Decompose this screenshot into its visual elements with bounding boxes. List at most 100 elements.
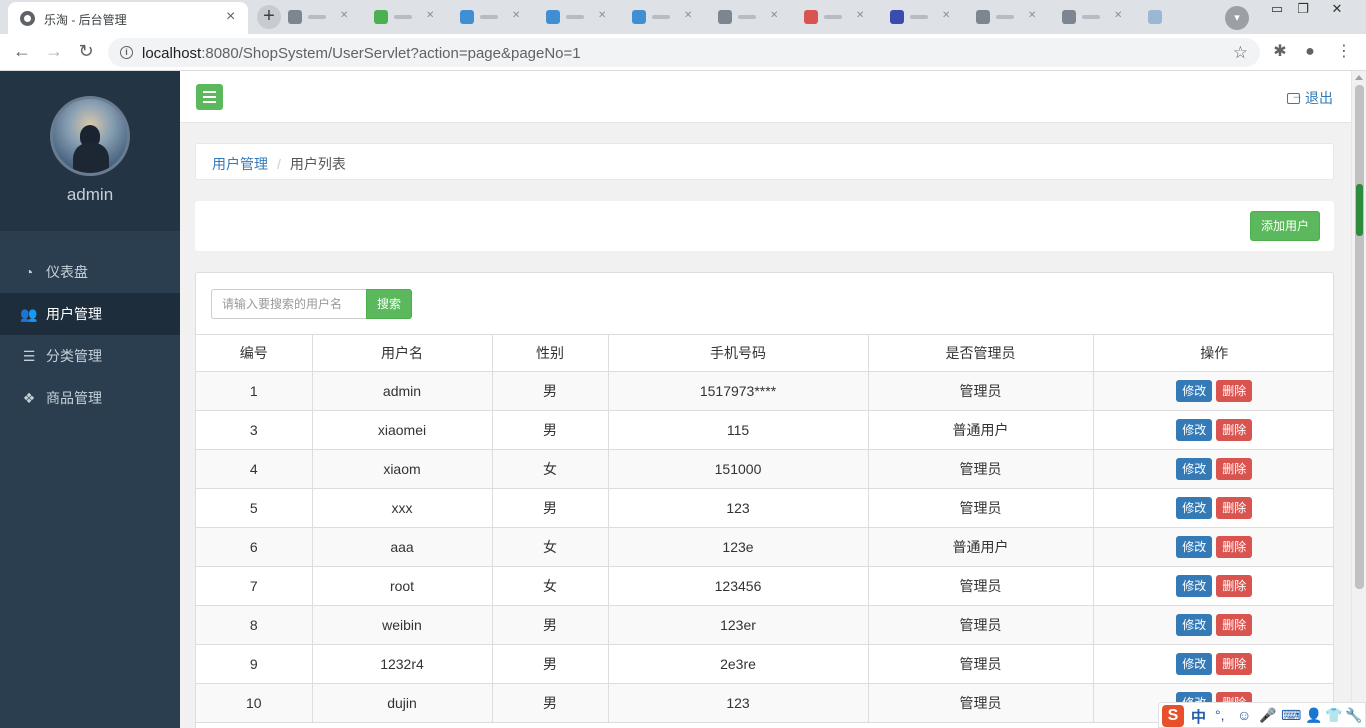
edit-button[interactable]: 修改 [1176,536,1213,558]
cell-actions: 修改删除 [1092,410,1333,450]
microphone-icon[interactable]: 🎤 [1259,707,1276,724]
restore-icon[interactable]: ❐ [1288,0,1318,20]
delete-button[interactable]: 删除 [1216,536,1253,558]
search-input[interactable] [211,289,366,319]
reload-icon[interactable]: ↻ [74,40,98,64]
cell-phone: 123e [607,527,869,567]
cell-role: 管理员 [867,488,1094,528]
scrollbar-thumb[interactable] [1355,85,1364,589]
cell-gender: 女 [491,566,609,606]
bookmark-star-icon[interactable]: ☆ [1233,43,1248,63]
edit-button[interactable]: 修改 [1176,575,1213,597]
delete-button[interactable]: 删除 [1216,614,1253,636]
cell-role: 普通用户 [867,410,1094,450]
background-tab[interactable]: ✕ [632,10,696,24]
forward-icon[interactable]: → [42,40,66,64]
background-tab[interactable]: ✕ [546,10,610,24]
sidebar-item-product-management[interactable]: ❖ 商品管理 [0,377,180,419]
cell-id: 4 [196,449,313,489]
punctuation-icon[interactable]: °, [1215,707,1225,723]
delete-button[interactable]: 删除 [1216,653,1253,675]
ime-toolbar: S 中 °, ☺ 🎤 ⌨ 👤 👕 🔧 [1158,702,1366,728]
breadcrumb: 用户管理 / 用户列表 [195,143,1334,180]
edit-button[interactable]: 修改 [1176,458,1213,480]
address-bar[interactable]: i localhost:8080/ShopSystem/UserServlet?… [108,38,1260,67]
logout-link[interactable]: 退出 [1287,88,1333,108]
sidebar-item-user-management[interactable]: 👥 用户管理 [0,293,180,335]
menu-toggle-button[interactable] [196,84,223,110]
breadcrumb-current: 用户列表 [289,156,346,172]
delete-button[interactable]: 删除 [1216,380,1253,402]
extensions-icon[interactable]: ✱ [1270,43,1290,63]
account-icon[interactable]: ● [1300,43,1320,63]
edit-button[interactable]: 修改 [1176,614,1213,636]
delete-button[interactable]: 删除 [1216,497,1253,519]
background-tab[interactable]: ✕ [460,10,524,24]
user-icon[interactable]: 👤 [1305,707,1322,724]
cell-username: aaa [311,527,493,567]
sidebar-item-dashboard[interactable]: ◔ 仪表盘 [0,251,180,293]
background-tab[interactable]: ✕ [804,10,868,24]
cell-id: 7 [196,566,313,606]
edit-button[interactable]: 修改 [1176,497,1213,519]
background-tab[interactable]: ✕ [976,10,1040,24]
background-tab[interactable]: ✕ [890,10,954,24]
cell-username: admin [311,371,493,411]
back-icon[interactable]: ← [10,40,34,64]
cell-phone: 123 [607,488,869,528]
cell-username: root [311,566,493,606]
search-button[interactable]: 搜索 [366,289,412,319]
background-tab[interactable] [1148,10,1168,24]
delete-button[interactable]: 删除 [1216,458,1253,480]
scroll-up-icon[interactable] [1355,75,1363,80]
breadcrumb-user-management[interactable]: 用户管理 [212,156,268,172]
cell-role: 管理员 [867,605,1094,645]
tab-close-icon[interactable]: × [226,9,235,25]
ime-mode[interactable]: 中 [1191,706,1206,727]
col-header-admin: 是否管理员 [867,334,1094,372]
tab-title: 乐淘 - 后台管理 [44,13,127,27]
settings-wrench-icon[interactable]: 🔧 [1345,707,1362,724]
cell-actions: 修改删除 [1092,605,1333,645]
edit-button[interactable]: 修改 [1176,380,1213,402]
menu-kebab-icon[interactable]: ⋮ [1334,43,1354,63]
keyboard-icon[interactable]: ⌨ [1281,707,1301,724]
cell-gender: 女 [491,527,609,567]
background-tab[interactable]: ✕ [718,10,782,24]
sidebar-item-label: 用户管理 [46,306,102,322]
add-user-button[interactable]: 添加用户 [1250,211,1320,241]
cell-role: 普通用户 [867,527,1094,567]
edit-button[interactable]: 修改 [1176,419,1213,441]
table-row: 3 xiaomei 男 115 普通用户 修改 删除 [196,410,1333,450]
browser-tab-bar: 乐淘 - 后台管理 × + ✕ ✕ ✕ ✕ ✕ ✕ ✕ ✕ ✕ ✕ ▾ ▭ ❐ … [0,0,1366,34]
top-bar: 退出 [180,71,1351,123]
cell-gender: 男 [491,410,609,450]
user-name: admin [66,185,114,204]
browser-toolbar: ← → ↻ i localhost:8080/ShopSystem/UserSe… [0,34,1366,71]
ime-logo[interactable]: S [1162,705,1184,727]
cell-phone: 115 [607,410,869,450]
delete-button[interactable]: 删除 [1216,419,1253,441]
url-text[interactable]: localhost:8080/ShopSystem/UserServlet?ac… [142,45,581,62]
cell-gender: 男 [491,605,609,645]
info-icon[interactable]: i [120,46,133,59]
table-row: 1 admin 男 1517973**** 管理员 修改 删除 [196,371,1333,411]
browser-tab-active[interactable]: 乐淘 - 后台管理 × [8,2,248,34]
page-scrollbar[interactable] [1351,71,1366,728]
cell-role: 管理员 [867,566,1094,606]
cell-role: 管理员 [867,371,1094,411]
delete-button[interactable]: 删除 [1216,575,1253,597]
new-tab-button[interactable]: + [257,5,281,29]
skin-icon[interactable]: 👕 [1325,707,1342,724]
profile-icon[interactable]: ▾ [1225,6,1249,30]
background-tab[interactable]: ✕ [288,10,352,24]
table-row: 6 aaa 女 123e 普通用户 修改 删除 [196,527,1333,567]
close-window-icon[interactable]: ✕ [1322,0,1352,20]
sidebar-item-category-management[interactable]: ☰ 分类管理 [0,335,180,377]
background-tab[interactable]: ✕ [1062,10,1126,24]
edit-button[interactable]: 修改 [1176,653,1213,675]
dashboard-icon: ◔ [24,264,34,280]
background-tab[interactable]: ✕ [374,10,438,24]
action-panel: 添加用户 [195,201,1334,251]
emoji-icon[interactable]: ☺ [1237,707,1251,723]
